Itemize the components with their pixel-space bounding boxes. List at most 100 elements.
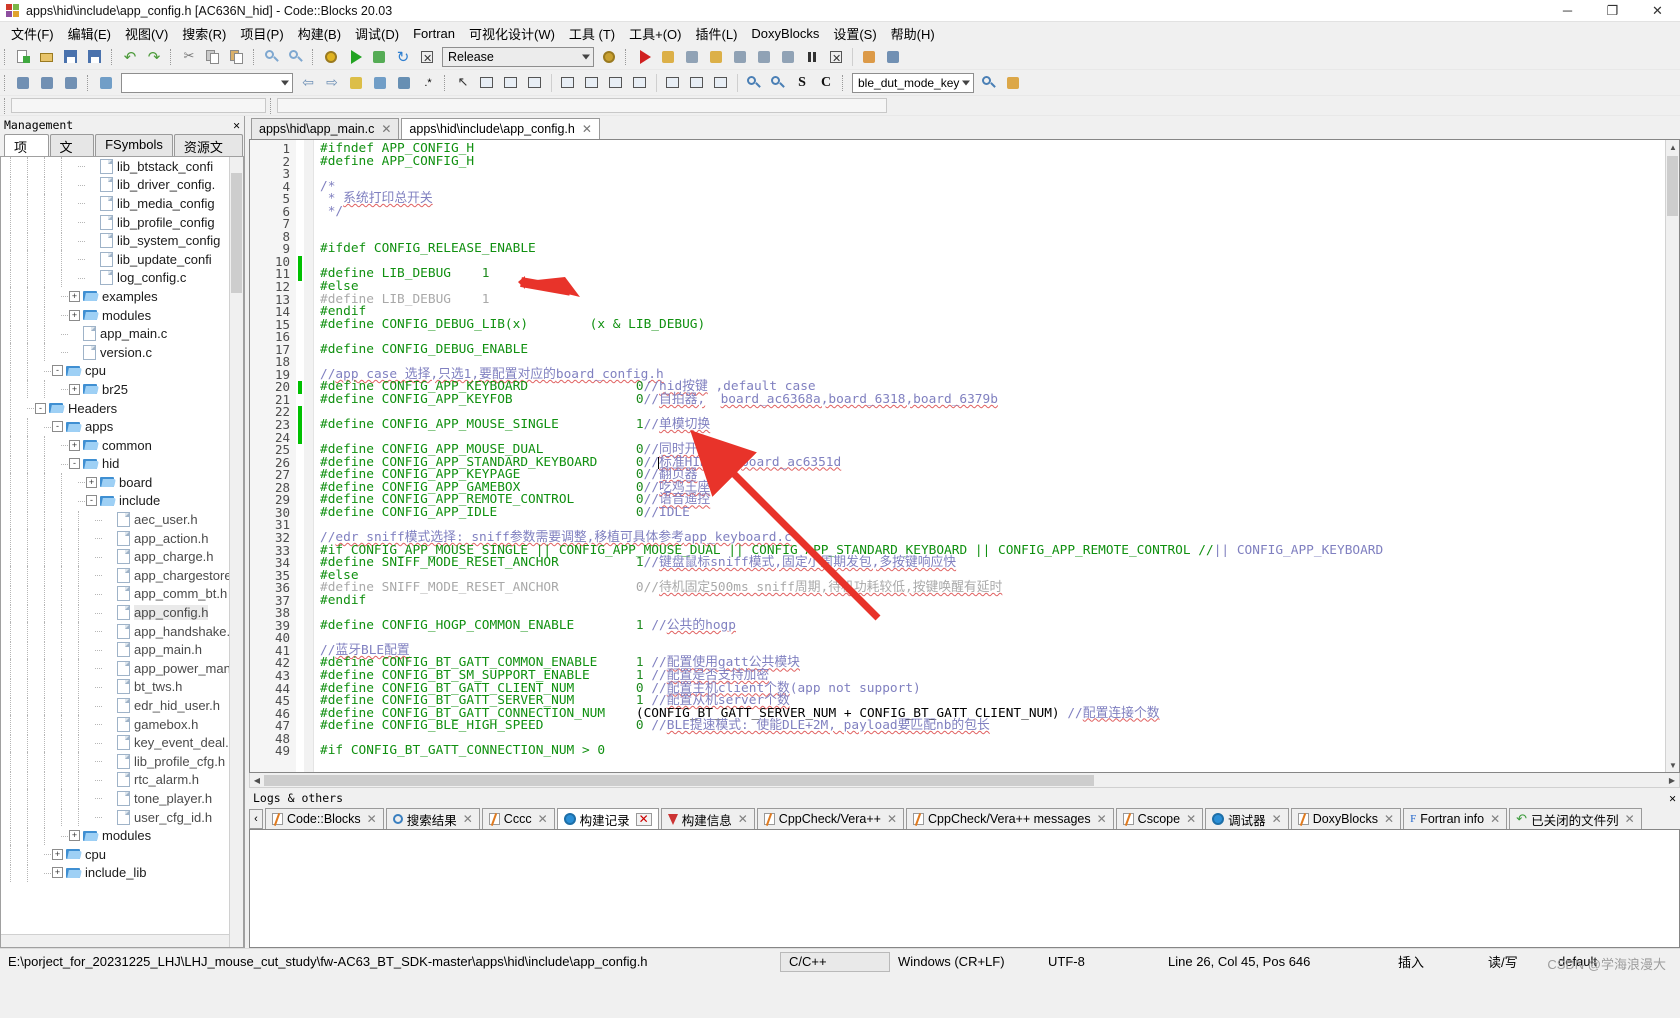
editor-tab-app-config-h[interactable]: apps\hid\include\app_config.h ✕	[401, 118, 600, 139]
menu-help[interactable]: 帮助(H)	[884, 22, 942, 45]
redo-button[interactable]: ↷	[143, 46, 165, 68]
tree-item[interactable]: user_cfg_id.h	[1, 808, 243, 827]
scroll-up-arrow-icon[interactable]: ▲	[1666, 140, 1679, 154]
tree-item[interactable]: lib_driver_config.	[1, 175, 243, 195]
scroll-down-arrow-icon[interactable]: ▼	[1666, 758, 1679, 772]
toolbar-grip[interactable]	[442, 73, 449, 93]
toolbar-grip[interactable]	[2, 96, 9, 116]
tree-item[interactable]: + cpu	[1, 845, 243, 864]
highlight-button[interactable]	[345, 72, 367, 94]
insert-button[interactable]	[369, 72, 391, 94]
goto-implementation-button[interactable]	[36, 72, 58, 94]
build-button[interactable]	[320, 46, 342, 68]
tree-item[interactable]: + examples	[1, 287, 243, 306]
tree-item[interactable]: lib_update_confi	[1, 250, 243, 269]
tab-resources[interactable]: 资源文件	[173, 134, 243, 174]
select-target-button[interactable]	[95, 72, 117, 94]
save-button[interactable]	[60, 46, 82, 68]
expand-icon[interactable]: +	[69, 309, 80, 321]
editor-tab-app-main-c[interactable]: apps\hid\app_main.c ✕	[251, 118, 400, 139]
toolbar-grip[interactable]	[2, 73, 9, 93]
tree-item[interactable]: bt_tws.h	[1, 677, 243, 697]
close-icon[interactable]: ✕	[738, 812, 748, 826]
close-icon[interactable]: ✕	[538, 812, 548, 826]
align-bottom-button[interactable]	[605, 72, 627, 94]
search-run-button[interactable]	[978, 72, 1000, 94]
toolbar-grip[interactable]	[623, 47, 630, 67]
menu-build[interactable]: 构建(B)	[291, 22, 348, 45]
expand-icon[interactable]: +	[69, 830, 80, 842]
collapse-icon[interactable]: -	[35, 402, 46, 414]
debug-stop-button[interactable]: ✕	[825, 46, 847, 68]
goto-declaration-button[interactable]	[12, 72, 34, 94]
debug-break-button[interactable]	[801, 46, 823, 68]
toolbar-grip[interactable]	[251, 47, 258, 67]
editor-horizontal-scrollbar[interactable]: ◀ ▶	[249, 773, 1680, 788]
tree-item[interactable]: app_chargestore	[1, 566, 243, 585]
scroll-right-arrow-icon[interactable]: ▶	[1665, 773, 1679, 787]
menu-plugins[interactable]: 插件(L)	[689, 22, 745, 45]
tree-item[interactable]: + br25	[1, 380, 243, 399]
code-text[interactable]: #ifndef APP_CONFIG_H #define APP_CONFIG_H…	[314, 140, 1665, 772]
open-include-button[interactable]	[60, 72, 82, 94]
close-icon[interactable]: ✕	[1625, 812, 1635, 826]
pointer-button[interactable]: ↖	[452, 72, 474, 94]
tree-item[interactable]: - Headers	[1, 399, 243, 418]
close-icon[interactable]: ✕	[367, 812, 377, 826]
toolbar-grip[interactable]	[310, 47, 317, 67]
logs-close-icon[interactable]: ✕	[1669, 791, 1676, 805]
search-input[interactable]: ble_dut_mode_key	[852, 72, 974, 93]
align-full-button[interactable]	[629, 72, 651, 94]
toolbar-grip[interactable]	[840, 73, 847, 93]
replace-button[interactable]	[285, 46, 307, 68]
copy-button[interactable]	[202, 46, 224, 68]
toolbar-grip[interactable]	[109, 47, 116, 67]
expand-icon[interactable]: +	[86, 476, 97, 488]
menu-project[interactable]: 项目(P)	[233, 22, 290, 45]
menu-debug[interactable]: 调试(D)	[348, 22, 406, 45]
log-tab-5[interactable]: 构建信息 ✕	[660, 808, 755, 829]
tree-item[interactable]: version.c	[1, 343, 243, 362]
toolbar-grip[interactable]	[168, 47, 175, 67]
close-button[interactable]: ✕	[1635, 0, 1680, 22]
minimize-button[interactable]: ─	[1545, 0, 1590, 22]
log-tab-7[interactable]: CppCheck/Vera++ messages ✕	[906, 808, 1114, 829]
back-button[interactable]: ⇦	[297, 72, 319, 94]
forward-button[interactable]: ⇨	[321, 72, 343, 94]
close-icon[interactable]: ✕	[635, 812, 652, 826]
zoom-in-button[interactable]	[743, 72, 765, 94]
tree-item[interactable]: - hid	[1, 454, 243, 474]
new-file-button[interactable]	[12, 46, 34, 68]
tab-fsymbols[interactable]: FSymbols	[95, 134, 173, 156]
menu-wxsmith[interactable]: 可视化设计(W)	[462, 22, 562, 45]
code-editor[interactable]: 1 2 3 4 5 6 7 8 9 10 11 12 13 14 15 16 17 18 19 20 21 22 23 24 2…	[249, 139, 1680, 773]
log-tab-6[interactable]: CppCheck/Vera++ ✕	[756, 808, 905, 829]
menu-tools[interactable]: 工具 (T)	[562, 22, 622, 45]
tree-item[interactable]: - include	[1, 491, 243, 511]
tree-item[interactable]: + common	[1, 436, 243, 455]
collapse-icon[interactable]: -	[86, 495, 97, 507]
menu-tools-plus[interactable]: 工具+(O)	[622, 22, 688, 45]
split-button[interactable]	[500, 72, 522, 94]
debug-run-button[interactable]	[633, 46, 655, 68]
log-tab-12[interactable]: ↶ 已关闭的文件列 ✕	[1509, 808, 1642, 829]
expand-icon[interactable]: +	[52, 867, 63, 879]
log-tab-8[interactable]: Cscope ✕	[1115, 808, 1204, 829]
tree-item[interactable]: lib_profile_cfg.h	[1, 752, 243, 771]
build-target-select[interactable]: Release	[442, 46, 594, 67]
tree-item[interactable]: + modules	[1, 306, 243, 325]
tree-item[interactable]: + modules	[1, 826, 243, 845]
toolbar-grip[interactable]	[85, 73, 92, 93]
menu-edit[interactable]: 编辑(E)	[61, 22, 118, 45]
management-close-icon[interactable]: ✕	[233, 118, 240, 132]
tree-item[interactable]: app_config.h	[1, 603, 243, 622]
search-config-button[interactable]	[1002, 72, 1024, 94]
menu-settings[interactable]: 设置(S)	[826, 22, 883, 45]
log-tab-2[interactable]: 搜索结果 ✕	[385, 808, 480, 829]
debugging-windows-button[interactable]	[858, 46, 880, 68]
close-icon[interactable]: ✕	[1384, 812, 1394, 826]
tree-item[interactable]: app_main.c	[1, 324, 243, 343]
expand-icon[interactable]: +	[69, 290, 80, 302]
close-icon[interactable]: ✕	[1186, 812, 1196, 826]
cut-button[interactable]: ✂	[178, 46, 200, 68]
